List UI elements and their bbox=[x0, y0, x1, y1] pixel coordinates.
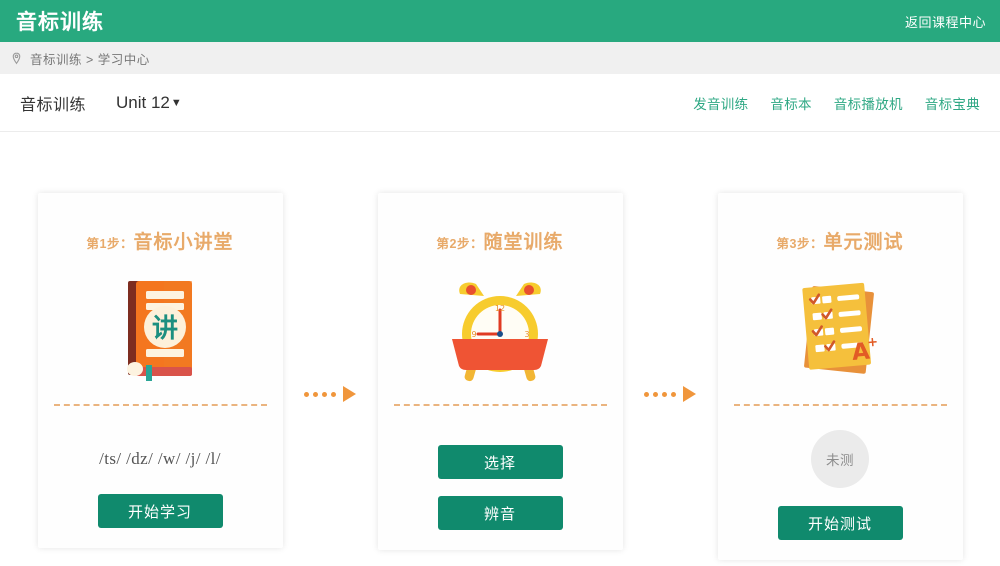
alarm-clock-icon: 12 3 9 bbox=[442, 274, 558, 386]
step-card-title: 第1步：音标小讲堂 bbox=[87, 227, 234, 254]
app-header: 音标训练 返回课程中心 bbox=[0, 0, 1000, 42]
app-title: 音标训练 bbox=[16, 11, 104, 34]
step-number-label: 第3步 bbox=[776, 237, 810, 251]
phonetics-list: /ts/ /dz/ /w/ /j/ /l/ bbox=[99, 449, 221, 468]
arrow-dot bbox=[662, 391, 667, 397]
step-name-label: 单元测试 bbox=[823, 232, 904, 253]
chevron-down-icon: ▼ bbox=[170, 97, 182, 109]
step-name-label: 音标小讲堂 bbox=[133, 232, 234, 253]
unit-selector[interactable]: Unit 12 ▼ bbox=[116, 93, 182, 113]
steps-container: 第1步：音标小讲堂 讲 /ts/ /dz/ /w/ /j/ /l/ 开始学习 第… bbox=[0, 132, 1000, 560]
start-test-button[interactable]: 开始测试 bbox=[777, 506, 903, 540]
grade-plus-sign: + bbox=[867, 335, 879, 351]
card-divider bbox=[393, 404, 607, 406]
breadcrumb: 音标训练 > 学习中心 bbox=[0, 42, 1000, 74]
arrow-right-icon bbox=[343, 386, 356, 402]
step-card-lecture[interactable]: 第1步：音标小讲堂 讲 /ts/ /dz/ /w/ /j/ /l/ 开始学习 bbox=[37, 193, 283, 548]
step-title-separator: ： bbox=[469, 236, 484, 251]
step-card-title: 第3步：单元测试 bbox=[777, 227, 904, 254]
arrow-dot bbox=[304, 391, 309, 397]
step-card-title: 第2步：随堂训练 bbox=[437, 227, 564, 254]
test-status-badge: 未测 bbox=[811, 430, 869, 488]
subnav-link-pronunciation-training[interactable]: 发音训练 bbox=[693, 93, 748, 113]
content-panel: 音标训练 Unit 12 ▼ 发音训练 音标本 音标播放机 音标宝典 第1步：音… bbox=[0, 74, 1000, 566]
arrow-dot bbox=[671, 391, 676, 397]
subnav-link-phonetic-handbook[interactable]: 音标宝典 bbox=[925, 93, 980, 113]
subnav-link-phonetic-player[interactable]: 音标播放机 bbox=[834, 93, 903, 113]
connector-arrow-1 bbox=[283, 193, 378, 402]
arrow-dot bbox=[644, 391, 649, 397]
book-cover-character: 讲 bbox=[152, 314, 178, 344]
card-divider bbox=[53, 404, 267, 406]
clock-label-3: 3 bbox=[524, 330, 529, 339]
unit-selector-label: Unit 12 bbox=[116, 92, 170, 112]
sound-discrimination-button[interactable]: 辨音 bbox=[437, 496, 563, 530]
connector-arrow-2 bbox=[623, 193, 718, 402]
step-number-label: 第1步 bbox=[86, 237, 120, 251]
choice-exercise-button[interactable]: 选择 bbox=[437, 445, 563, 479]
step-card-practice[interactable]: 第2步：随堂训练 12 3 9 选择 辨音 bbox=[377, 193, 623, 550]
subnav-link-phonetic-book[interactable]: 音标本 bbox=[770, 93, 811, 113]
subnav-links-group: 发音训练 音标本 音标播放机 音标宝典 bbox=[693, 93, 980, 113]
step-title-separator: ： bbox=[119, 236, 134, 251]
subnav-brand: 音标训练 bbox=[20, 96, 87, 114]
arrow-dot bbox=[322, 391, 327, 397]
clock-label-12: 12 bbox=[495, 304, 505, 313]
arrow-dot bbox=[653, 391, 658, 397]
practice-buttons-group: 选择 辨音 bbox=[437, 445, 563, 530]
location-pin-icon bbox=[10, 52, 23, 65]
start-study-button[interactable]: 开始学习 bbox=[97, 494, 223, 528]
sub-navigation: 音标训练 Unit 12 ▼ 发音训练 音标本 音标播放机 音标宝典 bbox=[0, 74, 1000, 132]
step-name-label: 随堂训练 bbox=[483, 232, 564, 253]
test-paper-icon: A + bbox=[792, 274, 888, 386]
orange-book-icon: 讲 bbox=[122, 274, 198, 386]
arrow-right-icon bbox=[683, 386, 696, 402]
step-number-label: 第2步 bbox=[436, 237, 470, 251]
step-title-separator: ： bbox=[809, 236, 824, 251]
arrow-dot bbox=[313, 391, 318, 397]
back-to-course-center-link[interactable]: 返回课程中心 bbox=[905, 12, 986, 31]
step-card-unit-test[interactable]: 第3步：单元测试 A + 未测 开始测试 bbox=[717, 193, 963, 560]
card-divider bbox=[733, 404, 947, 406]
breadcrumb-text: 音标训练 > 学习中心 bbox=[30, 52, 150, 67]
arrow-dot bbox=[331, 391, 336, 397]
subnav-left-group: 音标训练 Unit 12 ▼ bbox=[20, 91, 182, 115]
clock-label-9: 9 bbox=[471, 330, 476, 339]
